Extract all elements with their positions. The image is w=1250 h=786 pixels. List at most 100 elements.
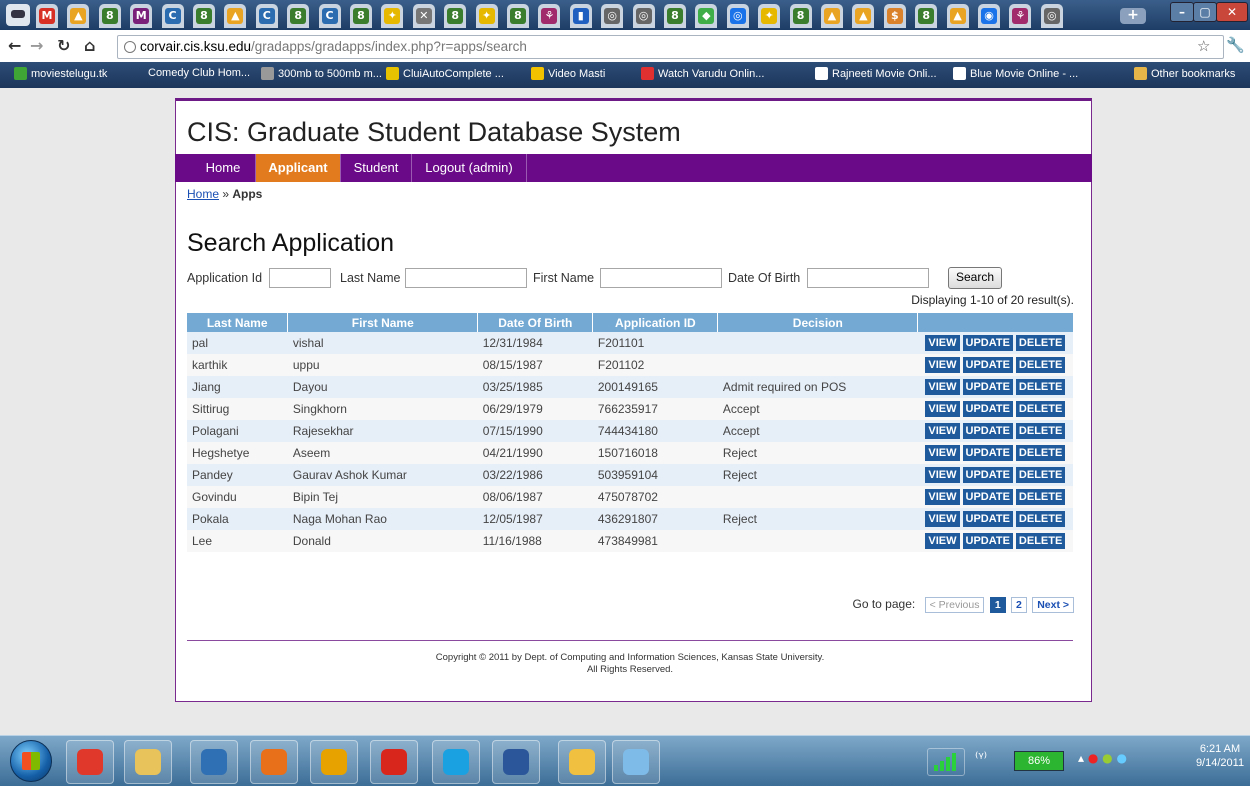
address-bar[interactable]: corvair.cis.ksu.edu/gradapps/gradapps/in… bbox=[117, 35, 1224, 59]
browser-tab[interactable]: ✦ bbox=[758, 4, 781, 28]
browser-tab[interactable]: ▲ bbox=[946, 4, 969, 28]
view-button[interactable]: VIEW bbox=[925, 401, 960, 417]
delete-button[interactable]: DELETE bbox=[1015, 467, 1066, 483]
bookmark-item[interactable]: Rajneeti Movie Onli... bbox=[815, 67, 937, 80]
chrome-app-button[interactable] bbox=[66, 740, 114, 784]
forward-icon[interactable]: → bbox=[30, 36, 43, 55]
delete-button[interactable]: DELETE bbox=[1015, 357, 1066, 373]
skype-app-button[interactable] bbox=[432, 740, 480, 784]
firefox-app-button[interactable] bbox=[250, 740, 298, 784]
breadcrumb-home-link[interactable]: Home bbox=[187, 187, 219, 201]
column-header[interactable]: Last Name bbox=[187, 313, 289, 332]
minimize-button[interactable]: – bbox=[1170, 2, 1194, 22]
browser-tab[interactable]: ▲ bbox=[224, 4, 247, 28]
delete-button[interactable]: DELETE bbox=[1015, 401, 1066, 417]
browser-tab[interactable]: 8 bbox=[915, 4, 938, 28]
update-button[interactable]: UPDATE bbox=[962, 533, 1013, 549]
view-button[interactable]: VIEW bbox=[925, 533, 960, 549]
wrench-menu-icon[interactable]: 🔧 bbox=[1226, 36, 1245, 54]
new-tab-button[interactable]: + bbox=[1120, 8, 1146, 24]
sync-tray-icon[interactable]: ● bbox=[1116, 751, 1126, 765]
update-button[interactable]: UPDATE bbox=[962, 379, 1013, 395]
close-window-button[interactable]: ✕ bbox=[1216, 2, 1248, 22]
browser-tab[interactable]: ◎ bbox=[726, 4, 749, 28]
date-of-birth-input[interactable] bbox=[807, 268, 929, 288]
update-button[interactable]: UPDATE bbox=[962, 335, 1013, 351]
view-button[interactable]: VIEW bbox=[925, 357, 960, 373]
paint-app-button[interactable] bbox=[612, 740, 660, 784]
browser-tab[interactable]: C bbox=[255, 4, 278, 28]
browser-tab[interactable]: 8 bbox=[287, 4, 310, 28]
delete-button[interactable]: DELETE bbox=[1015, 511, 1066, 527]
browser-tab[interactable]: ◆ bbox=[695, 4, 718, 28]
browser-tab[interactable]: 8 bbox=[444, 4, 467, 28]
update-button[interactable]: UPDATE bbox=[962, 489, 1013, 505]
network-tray-icon[interactable]: ● bbox=[1102, 751, 1112, 765]
browser-tab[interactable]: ◎ bbox=[601, 4, 624, 28]
update-button[interactable]: UPDATE bbox=[962, 423, 1013, 439]
signal-strength-icon[interactable] bbox=[927, 748, 965, 776]
view-button[interactable]: VIEW bbox=[925, 423, 960, 439]
browser-tab[interactable]: 8 bbox=[350, 4, 372, 28]
nav-applicant[interactable]: Applicant bbox=[256, 154, 341, 182]
browser-tab[interactable]: $ bbox=[883, 4, 906, 28]
page-button[interactable]: 1 bbox=[989, 597, 1006, 613]
update-button[interactable]: UPDATE bbox=[962, 511, 1013, 527]
browser-tab[interactable]: 8 bbox=[789, 4, 812, 28]
browser-tab[interactable]: C bbox=[318, 4, 341, 28]
maximize-button[interactable]: ▢ bbox=[1193, 2, 1217, 22]
browser-tab[interactable]: ▲ bbox=[67, 4, 90, 28]
browser-tab[interactable]: ▲ bbox=[821, 4, 843, 28]
browser-tab[interactable]: 8 bbox=[98, 4, 121, 28]
other-bookmarks[interactable]: Other bookmarks bbox=[1134, 67, 1235, 80]
explorer-app-button[interactable] bbox=[124, 740, 172, 784]
view-button[interactable]: VIEW bbox=[925, 489, 960, 505]
last-name-input[interactable] bbox=[405, 268, 527, 288]
browser-tab[interactable]: 8 bbox=[507, 4, 529, 28]
delete-button[interactable]: DELETE bbox=[1015, 489, 1066, 505]
delete-button[interactable]: DELETE bbox=[1015, 445, 1066, 461]
column-header[interactable]: First Name bbox=[287, 313, 479, 332]
battery-indicator[interactable]: 86% bbox=[1014, 751, 1064, 771]
view-button[interactable]: VIEW bbox=[925, 511, 960, 527]
browser-tab[interactable]: ⚘ bbox=[538, 4, 561, 28]
bookmark-item[interactable]: CluiAutoComplete ... bbox=[386, 67, 504, 80]
bookmark-item[interactable]: moviestelugu.tk bbox=[14, 67, 107, 80]
browser-tab[interactable]: C bbox=[161, 4, 184, 28]
update-button[interactable]: UPDATE bbox=[962, 467, 1013, 483]
back-icon[interactable]: ← bbox=[8, 36, 21, 55]
browser-tab[interactable]: M bbox=[130, 4, 153, 28]
bookmark-star-icon[interactable]: ☆ bbox=[1197, 37, 1210, 55]
nav-home[interactable]: Home bbox=[191, 154, 256, 182]
word-app-button[interactable] bbox=[492, 740, 540, 784]
browser-tab[interactable]: ◎ bbox=[632, 4, 655, 28]
bookmark-item[interactable]: Blue Movie Online - ... bbox=[953, 67, 1078, 80]
application-id-input[interactable] bbox=[269, 268, 331, 288]
search-button[interactable]: Search bbox=[948, 267, 1002, 289]
browser-tab[interactable]: ◎ bbox=[1040, 4, 1063, 28]
view-button[interactable]: VIEW bbox=[925, 335, 960, 351]
column-header[interactable]: Decision bbox=[717, 313, 919, 332]
browser-tab[interactable]: ▲ bbox=[852, 4, 875, 28]
update-button[interactable]: UPDATE bbox=[962, 401, 1013, 417]
bookmark-item[interactable]: Comedy Club Hom... bbox=[148, 67, 250, 79]
bookmark-item[interactable]: Watch Varudu Onlin... bbox=[641, 67, 764, 80]
browser-tab[interactable]: ◉ bbox=[978, 4, 1000, 28]
column-header[interactable]: Application ID bbox=[592, 313, 719, 332]
page-button[interactable]: 2 bbox=[1011, 597, 1027, 613]
column-header[interactable]: Date Of Birth bbox=[477, 313, 594, 332]
reload-icon[interactable]: ↻ bbox=[57, 36, 70, 55]
browser-tab[interactable]: ✦ bbox=[381, 4, 404, 28]
view-button[interactable]: VIEW bbox=[925, 379, 960, 395]
system-clock[interactable]: 6:21 AM 9/14/2011 bbox=[1190, 742, 1250, 770]
delete-button[interactable]: DELETE bbox=[1015, 533, 1066, 549]
view-button[interactable]: VIEW bbox=[925, 467, 960, 483]
start-button[interactable] bbox=[10, 740, 52, 782]
delete-button[interactable]: DELETE bbox=[1015, 379, 1066, 395]
browser-tab[interactable]: ⚘ bbox=[1009, 4, 1032, 28]
bookmark-item[interactable]: 300mb to 500mb m... bbox=[261, 67, 382, 80]
delete-button[interactable]: DELETE bbox=[1015, 335, 1066, 351]
bookmark-item[interactable]: Video Masti bbox=[531, 67, 605, 80]
browser-tab[interactable]: ✕ bbox=[412, 4, 435, 28]
outlook-app-button[interactable] bbox=[310, 740, 358, 784]
